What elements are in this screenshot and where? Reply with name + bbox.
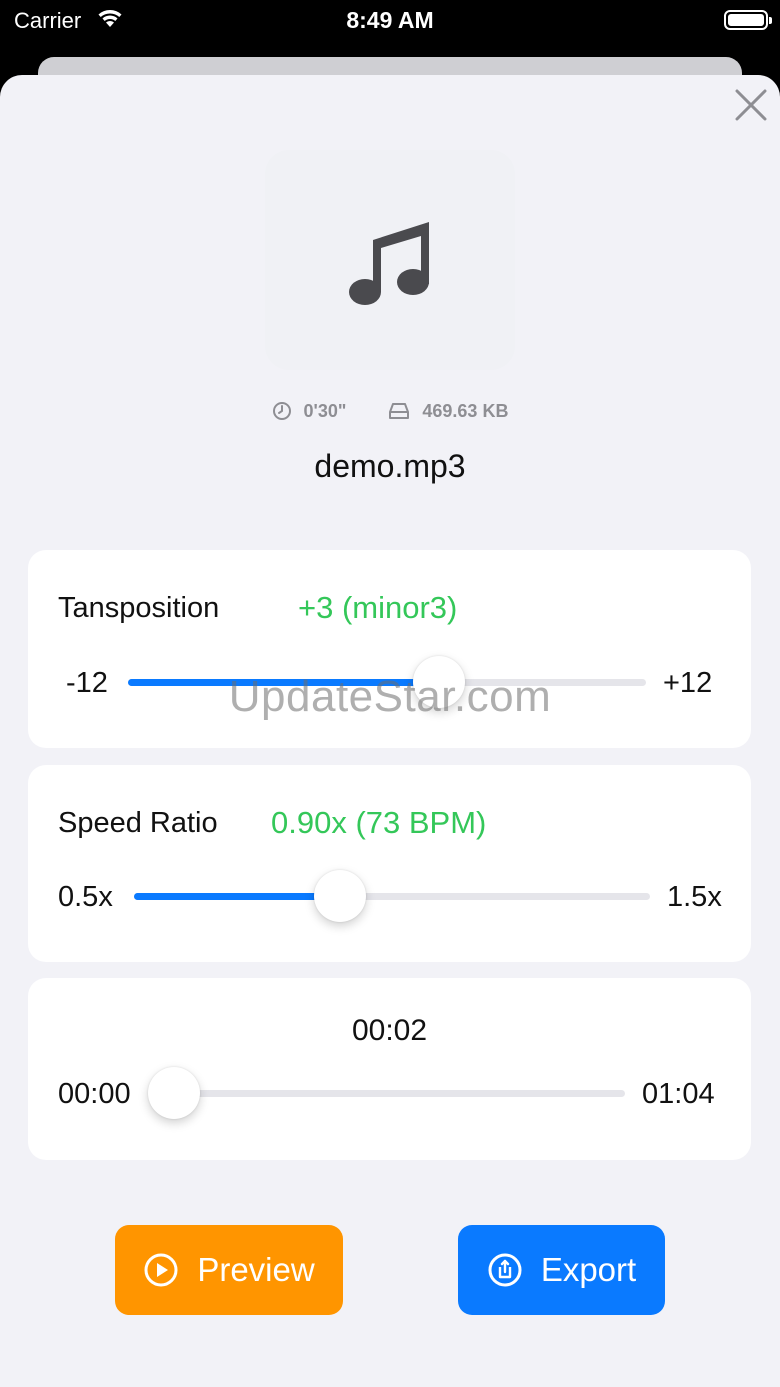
status-time: 8:49 AM: [346, 7, 434, 33]
speed-slider-fill: [134, 893, 340, 900]
transposition-label: Tansposition: [58, 592, 220, 624]
export-button[interactable]: Export: [458, 1225, 665, 1315]
preview-button[interactable]: Preview: [115, 1225, 343, 1315]
export-label: Export: [540, 1251, 637, 1288]
speed-max-label: 1.5x: [667, 881, 722, 913]
playback-slider-thumb[interactable]: [148, 1067, 200, 1119]
close-icon[interactable]: [732, 86, 770, 124]
playback-card: 00:02 00:00 01:04: [28, 978, 751, 1160]
file-duration: 0'30": [303, 400, 347, 421]
playback-current-time: 00:02: [351, 1014, 428, 1047]
transposition-value: +3 (minor3): [298, 590, 458, 625]
speed-label: Speed Ratio: [58, 807, 218, 839]
speed-slider-thumb[interactable]: [314, 870, 366, 922]
battery-icon: [724, 10, 772, 30]
speed-value: 0.90x (73 BPM): [271, 805, 487, 840]
preview-label: Preview: [197, 1251, 315, 1288]
speed-card: Speed Ratio 0.90x (73 BPM) 0.5x 1.5x: [28, 765, 751, 962]
playback-slider[interactable]: [148, 1067, 625, 1119]
play-icon: [144, 1253, 178, 1287]
storage-icon: [389, 403, 410, 419]
speed-slider[interactable]: [134, 870, 650, 922]
share-icon: [488, 1253, 522, 1287]
file-meta: 0'30" 469.63 KB: [0, 398, 780, 424]
music-note-icon: [349, 222, 429, 305]
speed-min-label: 0.5x: [58, 881, 113, 913]
clock-icon: [272, 402, 291, 420]
file-name: demo.mp3: [314, 448, 466, 484]
playback-start-time: 00:00: [58, 1078, 131, 1110]
file-size: 469.63 KB: [422, 400, 509, 421]
watermark: UpdateStar.com: [228, 672, 552, 721]
status-bar: Carrier 8:49 AM: [0, 0, 780, 60]
playback-end-time: 01:04: [642, 1078, 715, 1110]
